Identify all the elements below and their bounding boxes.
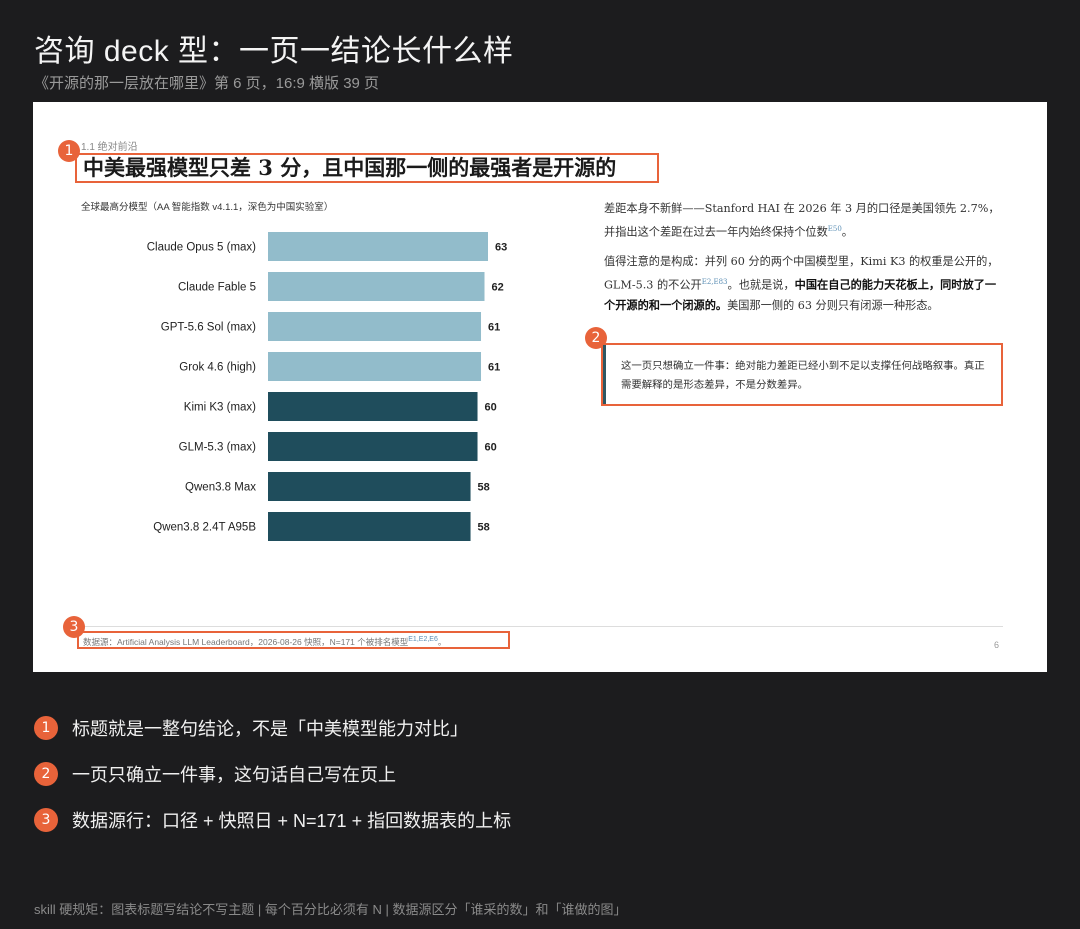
quote-accent-bar	[603, 345, 606, 404]
note-badge: 3	[34, 808, 58, 832]
page-number: 6	[993, 640, 999, 650]
bar	[268, 432, 478, 461]
note-item: 1 标题就是一整句结论，不是「中美模型能力对比」	[34, 705, 511, 751]
bar	[268, 512, 471, 541]
note-text: 标题就是一整句结论，不是「中美模型能力对比」	[72, 719, 468, 739]
bar	[268, 312, 482, 341]
notes-list: 1 标题就是一整句结论，不是「中美模型能力对比」 2 一页只确立一件事，这句话自…	[34, 705, 511, 843]
key-message-box: 这一页只想确立一件事：绝对能力差距已经小到不足以支撑任何战略叙事。真正需要解释的…	[601, 343, 1003, 406]
bar	[268, 352, 482, 381]
citation: E50	[827, 225, 842, 233]
citation: E1,E2,E6	[408, 636, 438, 643]
paragraph-1: 差距本身不新鲜——Stanford HAI 在 2026 年 3 月的口径是美国…	[604, 202, 1000, 239]
bar-category-label: GLM-5.3 (max)	[179, 442, 256, 454]
note-item: 3 数据源行：口径 + 快照日 + N=171 + 指回数据表的上标	[34, 797, 511, 843]
bar-category-label: Grok 4.6 (high)	[179, 362, 256, 374]
bar-value-label: 62	[492, 282, 504, 294]
page-subtitle: 《开源的那一层放在哪里》第 6 页，16:9 横版 39 页	[34, 75, 380, 92]
bar-category-label: Qwen3.8 2.4T A95B	[153, 522, 256, 534]
note-item: 2 一页只确立一件事，这句话自己写在页上	[34, 751, 511, 797]
slide-title: 中美最强模型只差 3 分，且中国那一侧的最强者是开源的	[75, 153, 659, 183]
chart-title: 全球最高分模型（AA 智能指数 v4.1.1，深色为中国实验室）	[81, 202, 334, 213]
bar-value-label: 61	[488, 322, 500, 334]
section-label: 1.1 绝对前沿	[81, 142, 138, 153]
citation: E2,E83	[701, 277, 728, 286]
bar-category-label: Qwen3.8 Max	[185, 482, 256, 494]
bar-value-label: 63	[495, 242, 507, 254]
paragraph-2: 值得注意的是构成：并列 60 分的两个中国模型里，Kimi K3 的权重是公开的…	[604, 254, 999, 313]
footer-rules: skill 硬规矩：图表标题写结论不写主题 | 每个百分比必须有 N | 数据源…	[34, 902, 627, 917]
bar-value-label: 58	[478, 522, 490, 534]
bar-value-label: 58	[478, 482, 490, 494]
body-text: 差距本身不新鲜——Stanford HAI 在 2026 年 3 月的口径是美国…	[604, 198, 1004, 324]
note-badge: 2	[34, 762, 58, 786]
bar	[268, 272, 485, 301]
bar-category-label: Claude Opus 5 (max)	[147, 242, 256, 254]
bar-value-label: 61	[488, 362, 500, 374]
note-text: 一页只确立一件事，这句话自己写在页上	[72, 765, 396, 785]
bar-value-label: 60	[485, 402, 497, 414]
bar-category-label: Kimi K3 (max)	[184, 402, 256, 414]
data-source-line: 数据源：Artificial Analysis LLM Leaderboard，…	[77, 631, 510, 649]
bar-category-label: Claude Fable 5	[178, 282, 256, 294]
bar-category-label: GPT-5.6 Sol (max)	[161, 322, 256, 334]
slide-preview: 1.1 绝对前沿 1 中美最强模型只差 3 分，且中国那一侧的最强者是开源的 全…	[33, 102, 1047, 672]
note-badge: 1	[34, 716, 58, 740]
bar	[268, 472, 471, 501]
bar	[268, 392, 478, 421]
bar-chart: Claude Opus 5 (max) 63 Claude Fable 5 62 GPT…	[147, 232, 507, 541]
bar-value-label: 60	[485, 442, 497, 454]
bar	[268, 232, 488, 261]
page-title: 咨询 deck 型：一页一结论长什么样	[34, 35, 514, 68]
note-text: 数据源行：口径 + 快照日 + N=171 + 指回数据表的上标	[72, 811, 512, 831]
footer-divider	[77, 626, 1003, 627]
